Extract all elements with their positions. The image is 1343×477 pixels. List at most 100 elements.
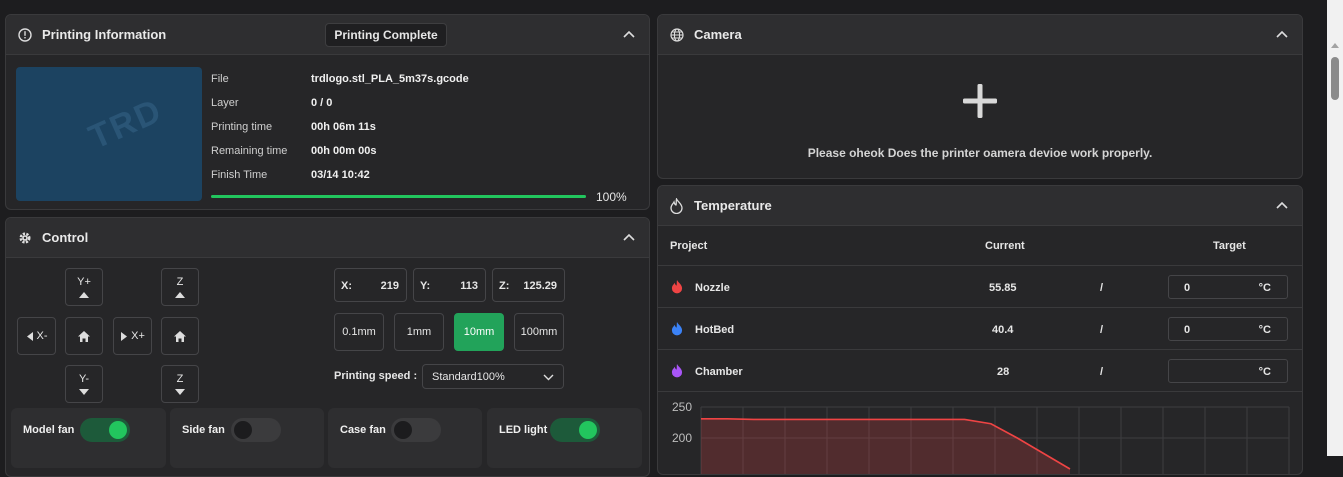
case-fan-toggle[interactable] — [391, 418, 441, 442]
temperature-panel: Temperature Project Current Target Nozzl… — [657, 185, 1303, 475]
toggle-knob — [109, 421, 127, 439]
temperature-header: Temperature — [658, 186, 1302, 226]
chamber-current: 28 — [997, 366, 1010, 378]
printing-info-title: Printing Information — [42, 27, 167, 42]
jog-y-plus-button[interactable]: Y+ — [65, 268, 103, 306]
print-thumbnail: TRD — [16, 67, 202, 201]
triangle-down-icon — [175, 388, 185, 395]
printing-info-header: Printing Information Printing Complete — [6, 15, 649, 55]
y-coordinate: Y: 113 — [413, 268, 486, 302]
nozzle-target-value: 0 — [1184, 282, 1191, 294]
case-fan-card: Case fan — [328, 408, 482, 468]
flame-icon — [670, 198, 683, 214]
scroll-up-arrow-icon[interactable] — [1331, 42, 1339, 48]
nozzle-name: Nozzle — [695, 282, 730, 294]
control-header: Control — [6, 218, 649, 258]
scrollbar-thumb[interactable] — [1331, 57, 1339, 100]
y-coord-value: 113 — [460, 280, 478, 292]
camera-panel: Camera Please oheok Does the printer oam… — [657, 14, 1303, 179]
temperature-chart: 250 200 — [672, 400, 1290, 474]
camera-header: Camera — [658, 15, 1302, 55]
hotbed-target-input[interactable]: 0 °C — [1168, 317, 1288, 341]
add-camera-plus-icon[interactable] — [961, 82, 999, 120]
triangle-up-icon — [175, 291, 185, 298]
led-light-card: LED light — [487, 408, 642, 468]
step-10mm-button[interactable]: 10mm — [454, 313, 504, 351]
gear-icon — [19, 232, 31, 244]
temperature-table-header: Project Current Target — [658, 226, 1302, 266]
chevron-up-icon[interactable] — [621, 230, 637, 246]
nozzle-target-unit: °C — [1258, 282, 1271, 294]
chamber-target-input[interactable]: °C — [1168, 359, 1288, 383]
temperature-title: Temperature — [694, 198, 772, 213]
hotbed-target-unit: °C — [1258, 324, 1271, 336]
nozzle-current: 55.85 — [989, 282, 1017, 294]
printing-speed-select[interactable]: Standard100% — [422, 364, 564, 389]
jog-x-plus-button[interactable]: X+ — [113, 317, 152, 355]
project-column-header: Project — [670, 240, 708, 252]
z-up-label: Z — [176, 275, 184, 288]
chamber-separator: / — [1100, 366, 1104, 378]
jog-z-up-button[interactable]: Z — [161, 268, 199, 306]
home-z-button[interactable] — [161, 317, 199, 355]
z-coordinate: Z: 125.29 — [492, 268, 565, 302]
side-fan-toggle[interactable] — [231, 418, 281, 442]
home-icon — [174, 330, 186, 342]
printing-time-value: 00h 06m 11s — [311, 121, 376, 133]
progress-fill — [211, 195, 586, 198]
step-1mm-button[interactable]: 1mm — [394, 313, 444, 351]
table-row: HotBed 40.4 / 0 °C — [658, 308, 1302, 350]
z-down-label: Z — [176, 372, 184, 385]
progress-track — [211, 195, 586, 198]
remaining-time-label: Remaining time — [211, 145, 288, 157]
chevron-up-icon[interactable] — [1274, 27, 1290, 43]
printing-speed-label: Printing speed : — [334, 370, 418, 382]
camera-title: Camera — [694, 27, 742, 42]
file-value: trdlogo.stl_PLA_5m37s.gcode — [311, 73, 469, 85]
led-light-toggle[interactable] — [550, 418, 600, 442]
y-minus-label: Y- — [79, 372, 89, 385]
print-status-badge: Printing Complete — [325, 23, 447, 47]
thumbnail-logo-text: TRD — [83, 91, 169, 157]
chamber-name: Chamber — [695, 366, 743, 378]
x-coordinate: X: 219 — [334, 268, 407, 302]
x-coord-label: X: — [341, 280, 352, 292]
hotbed-name: HotBed — [695, 324, 735, 336]
nozzle-target-input[interactable]: 0 °C — [1168, 275, 1288, 299]
control-title: Control — [42, 230, 89, 245]
chevron-up-icon[interactable] — [621, 27, 637, 43]
table-row: Nozzle 55.85 / 0 °C — [658, 266, 1302, 308]
home-xy-button[interactable] — [65, 317, 103, 355]
led-light-label: LED light — [499, 424, 548, 436]
step-100mm-button[interactable]: 100mm — [514, 313, 564, 351]
home-icon — [78, 330, 90, 342]
hotbed-flame-icon — [671, 322, 683, 336]
table-row: Chamber 28 / °C — [658, 350, 1302, 392]
z-coord-value: 125.29 — [523, 280, 557, 292]
camera-message: Please oheok Does the printer oamera dev… — [807, 146, 1153, 160]
nozzle-separator: / — [1100, 282, 1104, 294]
printing-time-label: Printing time — [211, 121, 273, 133]
hotbed-target-value: 0 — [1184, 324, 1191, 336]
page-scrollbar[interactable] — [1327, 0, 1343, 456]
info-icon — [18, 28, 32, 42]
chevron-up-icon[interactable] — [1274, 198, 1290, 214]
jog-z-down-button[interactable]: Z — [161, 365, 199, 403]
jog-y-minus-button[interactable]: Y- — [65, 365, 103, 403]
jog-x-minus-button[interactable]: X- — [17, 317, 56, 355]
y-tick-label: 250 — [672, 400, 692, 414]
y-tick-label: 200 — [672, 431, 692, 445]
hotbed-current: 40.4 — [992, 324, 1014, 336]
toggle-knob — [234, 421, 252, 439]
step-0.1mm-button[interactable]: 0.1mm — [334, 313, 384, 351]
y-coord-label: Y: — [420, 280, 431, 292]
globe-icon — [670, 28, 684, 42]
chamber-flame-icon — [671, 364, 683, 378]
x-coord-value: 219 — [380, 280, 399, 292]
progress-percent: 100% — [596, 190, 627, 204]
target-column-header: Target — [1213, 240, 1246, 252]
finish-time-value: 03/14 10:42 — [311, 169, 370, 181]
layer-label: Layer — [211, 97, 239, 109]
model-fan-toggle[interactable] — [80, 418, 130, 442]
side-fan-card: Side fan — [170, 408, 324, 468]
